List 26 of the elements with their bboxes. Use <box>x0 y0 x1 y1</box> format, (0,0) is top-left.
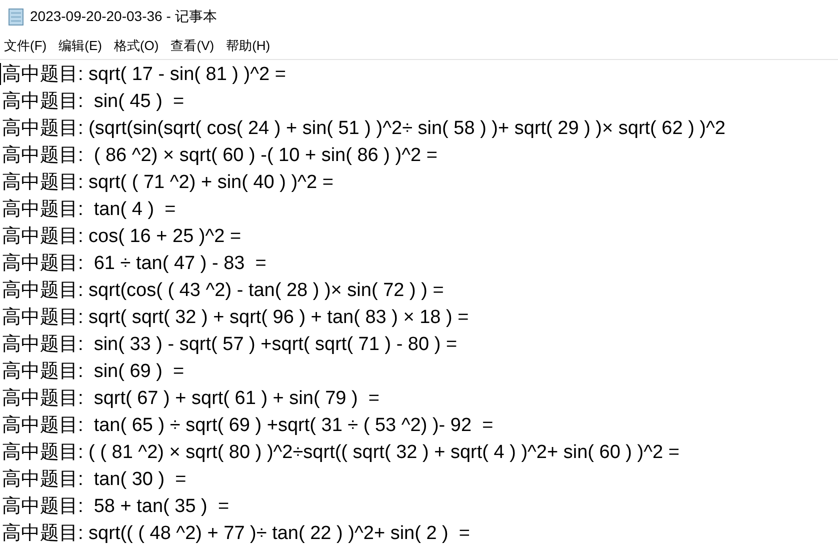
text-line: 高中题目: 58 + tan( 35 ) = <box>2 496 230 517</box>
text-line: 高中题目: tan( 30 ) = <box>2 469 186 490</box>
text-line: 高中题目: sqrt( 17 - sin( 81 ) )^2 = <box>2 64 286 85</box>
text-caret <box>0 63 1 85</box>
window-title: 2023-09-20-20-03-36 - 记事本 <box>30 7 217 26</box>
text-line: 高中题目: ( ( 81 ^2) × sqrt( 80 ) )^2÷sqrt(( sqrt( 32 ) + sqrt( 4 ) )^2+ sin( 60 ) )^2 = <box>2 442 680 463</box>
text-line: 高中题目: 61 ÷ tan( 47 ) - 83 = <box>2 253 266 274</box>
text-line: 高中题目: tan( 65 ) ÷ sqrt( 69 ) +sqrt( 31 ÷ ( 53 ^2) )- 92 = <box>2 415 494 436</box>
text-line: 高中题目: sqrt(( ( 48 ^2) + 77 )÷ tan( 22 ) )^2+ sin( 2 ) = <box>2 523 470 544</box>
text-line: 高中题目: tan( 4 ) = <box>2 199 176 220</box>
text-line: 高中题目: sqrt( 67 ) + sqrt( 61 ) + sin( 79 ) = <box>2 388 380 409</box>
menu-item[interactable]: 文件(F) <box>4 36 47 56</box>
text-line: 高中题目: cos( 16 + 25 )^2 = <box>2 226 242 247</box>
menu-item[interactable]: 查看(V) <box>170 36 214 56</box>
text-line: 高中题目: sqrt( ( 71 ^2) + sin( 40 ) )^2 = <box>2 172 334 193</box>
text-line: 高中题目: sqrt( sqrt( 32 ) + sqrt( 96 ) + tan( 83 ) × 18 ) = <box>2 307 469 328</box>
menu-item[interactable]: 格式(O) <box>114 36 159 56</box>
text-line: 高中题目: sin( 45 ) = <box>2 91 184 112</box>
menu-item[interactable]: 编辑(E) <box>58 36 102 56</box>
menu-item[interactable]: 帮助(H) <box>226 36 270 56</box>
text-line: 高中题目: (sqrt(sin(sqrt( cos( 24 ) + sin( 51 ) )^2÷ sin( 58 ) )+ sqrt( 29 ) )× sqrt( 62 ) )^2 <box>2 118 726 139</box>
text-line: 高中题目: sin( 33 ) - sqrt( 57 ) +sqrt( sqrt( 71 ) - 80 ) = <box>2 334 458 355</box>
text-line: 高中题目: sin( 69 ) = <box>2 361 184 382</box>
text-line: 高中题目: sqrt(cos( ( 43 ^2) - tan( 28 ) )× sin( 72 ) ) = <box>2 280 444 301</box>
notepad-icon <box>8 8 24 26</box>
text-line: 高中题目: ( 86 ^2) × sqrt( 60 ) -( 10 + sin( 86 ) )^2 = <box>2 145 438 166</box>
